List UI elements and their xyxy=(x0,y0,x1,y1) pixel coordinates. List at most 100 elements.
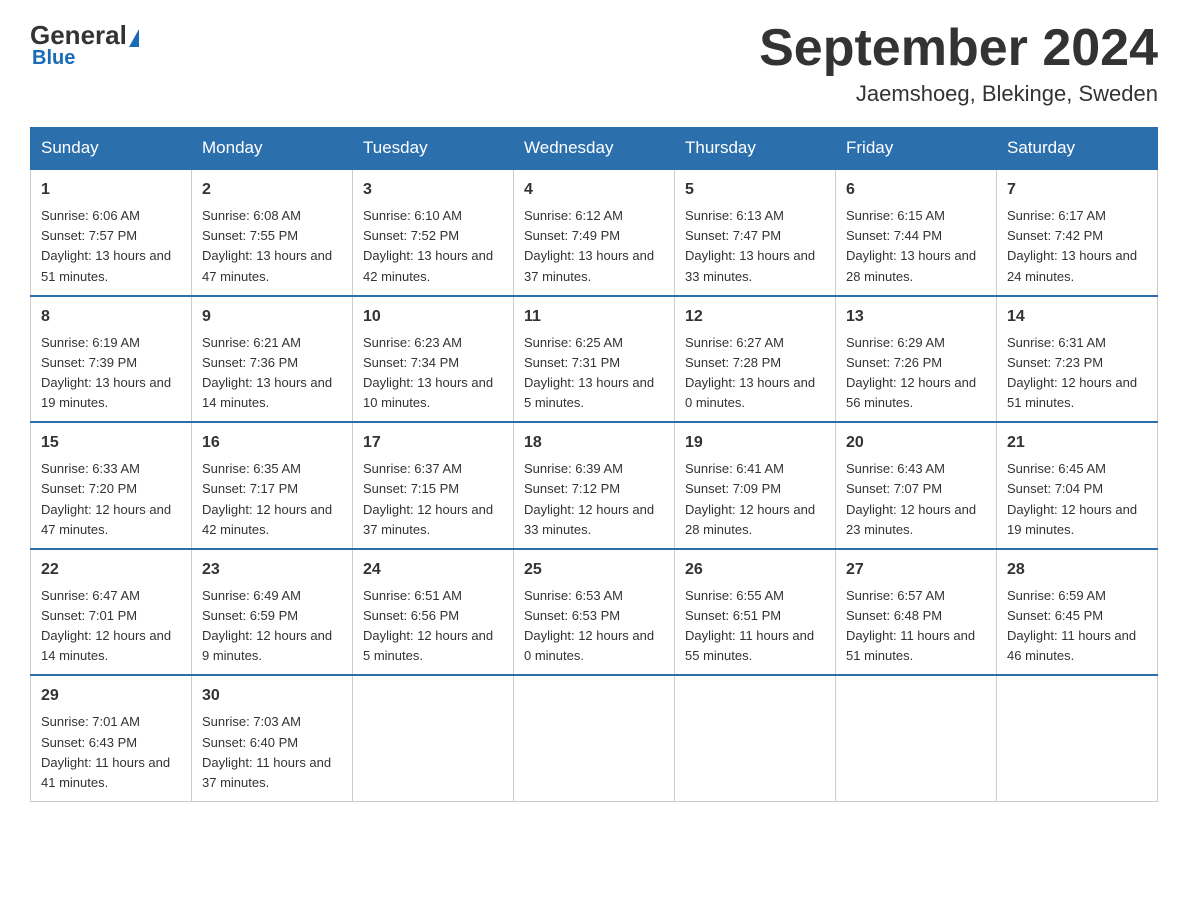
daylight-label: Daylight: 11 hours and 55 minutes. xyxy=(685,628,814,663)
header-sunday: Sunday xyxy=(31,128,192,170)
calendar-header-row: Sunday Monday Tuesday Wednesday Thursday… xyxy=(31,128,1158,170)
table-row: 10 Sunrise: 6:23 AM Sunset: 7:34 PM Dayl… xyxy=(353,296,514,423)
daylight-label: Daylight: 12 hours and 9 minutes. xyxy=(202,628,332,663)
day-info: Sunrise: 6:25 AM Sunset: 7:31 PM Dayligh… xyxy=(524,333,664,414)
sunset-label: Sunset: 7:47 PM xyxy=(685,228,781,243)
daylight-label: Daylight: 12 hours and 28 minutes. xyxy=(685,502,815,537)
sunset-label: Sunset: 7:20 PM xyxy=(41,481,137,496)
table-row: 14 Sunrise: 6:31 AM Sunset: 7:23 PM Dayl… xyxy=(997,296,1158,423)
day-info: Sunrise: 6:17 AM Sunset: 7:42 PM Dayligh… xyxy=(1007,206,1147,287)
sunrise-label: Sunrise: 6:33 AM xyxy=(41,461,140,476)
header-thursday: Thursday xyxy=(675,128,836,170)
sunrise-label: Sunrise: 6:55 AM xyxy=(685,588,784,603)
sunset-label: Sunset: 6:59 PM xyxy=(202,608,298,623)
day-number: 8 xyxy=(41,305,181,329)
sunset-label: Sunset: 7:23 PM xyxy=(1007,355,1103,370)
table-row: 29 Sunrise: 7:01 AM Sunset: 6:43 PM Dayl… xyxy=(31,675,192,801)
day-number: 6 xyxy=(846,178,986,202)
sunrise-label: Sunrise: 6:59 AM xyxy=(1007,588,1106,603)
daylight-label: Daylight: 12 hours and 33 minutes. xyxy=(524,502,654,537)
location-title: Jaemshoeg, Blekinge, Sweden xyxy=(759,81,1158,107)
daylight-label: Daylight: 12 hours and 0 minutes. xyxy=(524,628,654,663)
table-row: 22 Sunrise: 6:47 AM Sunset: 7:01 PM Dayl… xyxy=(31,549,192,676)
day-info: Sunrise: 6:27 AM Sunset: 7:28 PM Dayligh… xyxy=(685,333,825,414)
day-number: 27 xyxy=(846,558,986,582)
day-number: 23 xyxy=(202,558,342,582)
day-info: Sunrise: 6:53 AM Sunset: 6:53 PM Dayligh… xyxy=(524,586,664,667)
sunrise-label: Sunrise: 6:12 AM xyxy=(524,208,623,223)
calendar-week-2: 8 Sunrise: 6:19 AM Sunset: 7:39 PM Dayli… xyxy=(31,296,1158,423)
day-number: 1 xyxy=(41,178,181,202)
daylight-label: Daylight: 13 hours and 24 minutes. xyxy=(1007,248,1137,283)
sunrise-label: Sunrise: 6:31 AM xyxy=(1007,335,1106,350)
table-row: 15 Sunrise: 6:33 AM Sunset: 7:20 PM Dayl… xyxy=(31,422,192,549)
header-saturday: Saturday xyxy=(997,128,1158,170)
day-info: Sunrise: 6:12 AM Sunset: 7:49 PM Dayligh… xyxy=(524,206,664,287)
daylight-label: Daylight: 12 hours and 23 minutes. xyxy=(846,502,976,537)
day-number: 3 xyxy=(363,178,503,202)
sunset-label: Sunset: 7:44 PM xyxy=(846,228,942,243)
day-number: 21 xyxy=(1007,431,1147,455)
day-info: Sunrise: 7:01 AM Sunset: 6:43 PM Dayligh… xyxy=(41,712,181,793)
sunset-label: Sunset: 7:28 PM xyxy=(685,355,781,370)
day-info: Sunrise: 6:49 AM Sunset: 6:59 PM Dayligh… xyxy=(202,586,342,667)
sunrise-label: Sunrise: 6:57 AM xyxy=(846,588,945,603)
day-number: 16 xyxy=(202,431,342,455)
daylight-label: Daylight: 11 hours and 46 minutes. xyxy=(1007,628,1136,663)
table-row: 20 Sunrise: 6:43 AM Sunset: 7:07 PM Dayl… xyxy=(836,422,997,549)
daylight-label: Daylight: 13 hours and 14 minutes. xyxy=(202,375,332,410)
sunset-label: Sunset: 7:04 PM xyxy=(1007,481,1103,496)
sunset-label: Sunset: 6:48 PM xyxy=(846,608,942,623)
sunrise-label: Sunrise: 7:01 AM xyxy=(41,714,140,729)
daylight-label: Daylight: 13 hours and 0 minutes. xyxy=(685,375,815,410)
table-row xyxy=(514,675,675,801)
sunrise-label: Sunrise: 6:47 AM xyxy=(41,588,140,603)
daylight-label: Daylight: 12 hours and 14 minutes. xyxy=(41,628,171,663)
day-info: Sunrise: 6:33 AM Sunset: 7:20 PM Dayligh… xyxy=(41,459,181,540)
sunrise-label: Sunrise: 6:35 AM xyxy=(202,461,301,476)
day-number: 14 xyxy=(1007,305,1147,329)
logo: General Blue xyxy=(30,20,139,70)
table-row xyxy=(836,675,997,801)
day-info: Sunrise: 6:13 AM Sunset: 7:47 PM Dayligh… xyxy=(685,206,825,287)
daylight-label: Daylight: 13 hours and 28 minutes. xyxy=(846,248,976,283)
day-info: Sunrise: 6:41 AM Sunset: 7:09 PM Dayligh… xyxy=(685,459,825,540)
logo-blue-text: Blue xyxy=(32,47,75,70)
sunset-label: Sunset: 6:40 PM xyxy=(202,735,298,750)
sunset-label: Sunset: 6:43 PM xyxy=(41,735,137,750)
table-row: 19 Sunrise: 6:41 AM Sunset: 7:09 PM Dayl… xyxy=(675,422,836,549)
day-number: 24 xyxy=(363,558,503,582)
table-row: 6 Sunrise: 6:15 AM Sunset: 7:44 PM Dayli… xyxy=(836,169,997,296)
day-number: 15 xyxy=(41,431,181,455)
day-number: 26 xyxy=(685,558,825,582)
day-number: 7 xyxy=(1007,178,1147,202)
daylight-label: Daylight: 13 hours and 33 minutes. xyxy=(685,248,815,283)
sunrise-label: Sunrise: 6:10 AM xyxy=(363,208,462,223)
day-info: Sunrise: 6:59 AM Sunset: 6:45 PM Dayligh… xyxy=(1007,586,1147,667)
table-row: 2 Sunrise: 6:08 AM Sunset: 7:55 PM Dayli… xyxy=(192,169,353,296)
sunset-label: Sunset: 7:55 PM xyxy=(202,228,298,243)
sunset-label: Sunset: 7:31 PM xyxy=(524,355,620,370)
daylight-label: Daylight: 11 hours and 37 minutes. xyxy=(202,755,331,790)
sunrise-label: Sunrise: 6:15 AM xyxy=(846,208,945,223)
day-info: Sunrise: 6:39 AM Sunset: 7:12 PM Dayligh… xyxy=(524,459,664,540)
sunrise-label: Sunrise: 6:08 AM xyxy=(202,208,301,223)
table-row: 1 Sunrise: 6:06 AM Sunset: 7:57 PM Dayli… xyxy=(31,169,192,296)
day-info: Sunrise: 6:55 AM Sunset: 6:51 PM Dayligh… xyxy=(685,586,825,667)
title-area: September 2024 Jaemshoeg, Blekinge, Swed… xyxy=(759,20,1158,107)
table-row: 4 Sunrise: 6:12 AM Sunset: 7:49 PM Dayli… xyxy=(514,169,675,296)
sunrise-label: Sunrise: 6:25 AM xyxy=(524,335,623,350)
day-number: 17 xyxy=(363,431,503,455)
sunset-label: Sunset: 7:39 PM xyxy=(41,355,137,370)
sunset-label: Sunset: 7:42 PM xyxy=(1007,228,1103,243)
table-row: 30 Sunrise: 7:03 AM Sunset: 6:40 PM Dayl… xyxy=(192,675,353,801)
day-number: 12 xyxy=(685,305,825,329)
sunrise-label: Sunrise: 6:21 AM xyxy=(202,335,301,350)
day-number: 4 xyxy=(524,178,664,202)
day-number: 10 xyxy=(363,305,503,329)
table-row: 9 Sunrise: 6:21 AM Sunset: 7:36 PM Dayli… xyxy=(192,296,353,423)
day-info: Sunrise: 6:51 AM Sunset: 6:56 PM Dayligh… xyxy=(363,586,503,667)
daylight-label: Daylight: 13 hours and 10 minutes. xyxy=(363,375,493,410)
header-wednesday: Wednesday xyxy=(514,128,675,170)
header-monday: Monday xyxy=(192,128,353,170)
